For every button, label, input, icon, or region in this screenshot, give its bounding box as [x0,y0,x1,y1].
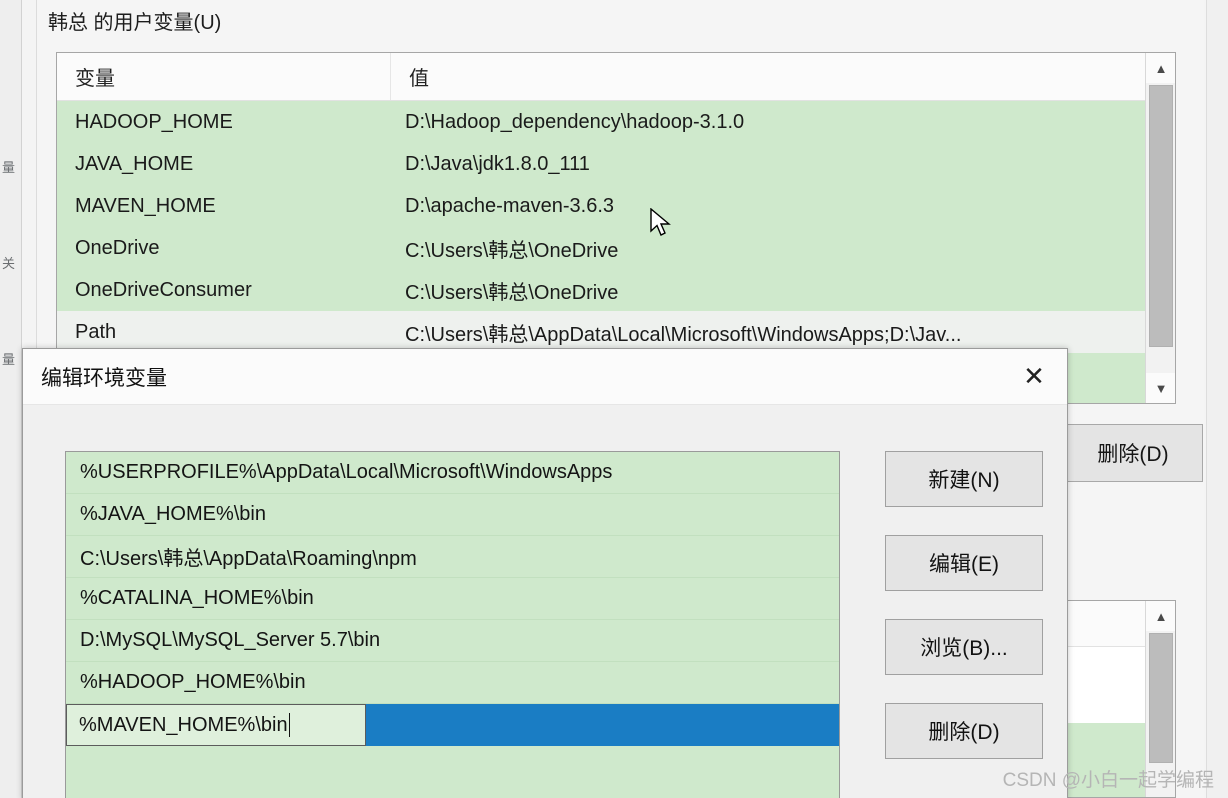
table-scrollbar[interactable]: ▲ ▼ [1145,53,1175,403]
table-row[interactable]: OneDriveConsumer C:\Users\韩总\OneDrive [57,269,1175,311]
table-row[interactable]: OneDrive C:\Users\韩总\OneDrive [57,227,1175,269]
dialog-button-column: 新建(N) 编辑(E) 浏览(B)... 删除(D) [885,451,1043,787]
variable-name: OneDrive [75,236,160,259]
left-edge-clipped-text: 量 关 量 [2,160,16,367]
list-item[interactable]: %JAVA_HOME%\bin [66,494,839,536]
browse-button[interactable]: 浏览(B)... [885,619,1043,675]
variable-value: C:\Users\韩总\OneDrive [405,281,619,304]
table-row[interactable]: JAVA_HOME D:\Java\jdk1.8.0_111 [57,143,1175,185]
table-row[interactable]: MAVEN_HOME D:\apache-maven-3.6.3 [57,185,1175,227]
variable-name: Path [75,320,117,343]
variable-value: D:\Java\jdk1.8.0_111 [405,152,590,175]
table-row-selected[interactable]: Path C:\Users\韩总\AppData\Local\Microsoft… [57,311,1175,353]
list-item[interactable]: D:\MySQL\MySQL_Server 5.7\bin [66,620,839,662]
dialog-body: %USERPROFILE%\AppData\Local\Microsoft\Wi… [23,405,1067,798]
list-item[interactable]: %CATALINA_HOME%\bin [66,578,839,620]
list-item-editing[interactable]: %MAVEN_HOME%\bin [66,704,839,746]
dialog-title: 编辑环境变量 [41,367,167,390]
window-left-edge: 量 关 量 [0,0,22,798]
window-right-edge [1206,0,1228,798]
variable-value: D:\Hadoop_dependency\hadoop-3.1.0 [405,110,745,133]
column-header-variable[interactable]: 变量 [57,53,391,100]
list-item[interactable]: %USERPROFILE%\AppData\Local\Microsoft\Wi… [66,452,839,494]
user-variables-label: 韩总 的用户变量(U) [48,12,222,34]
edit-environment-variable-dialog: 编辑环境变量 ✕ %USERPROFILE%\AppData\Local\Mic… [22,348,1068,798]
list-item[interactable]: C:\Users\韩总\AppData\Roaming\npm [66,536,839,578]
screen-root: 量 关 量 韩总 的用户变量(U) 变量 值 HADOOP_HOME D:\Ha… [0,0,1228,798]
path-edit-input[interactable]: %MAVEN_HOME%\bin [66,704,366,746]
list-item[interactable]: %HADOOP_HOME%\bin [66,662,839,704]
list-empty-row[interactable] [66,788,839,798]
path-edit-value: %MAVEN_HOME%\bin [79,713,288,736]
close-icon[interactable]: ✕ [1001,349,1067,404]
scroll-up-arrow-icon[interactable]: ▲ [1146,601,1175,631]
list-empty-row[interactable] [66,746,839,788]
dialog-title-bar: 编辑环境变量 ✕ [23,349,1067,405]
edit-button[interactable]: 编辑(E) [885,535,1043,591]
scrollbar-thumb[interactable] [1149,633,1173,763]
delete-button[interactable]: 删除(D) [885,703,1043,759]
watermark: CSDN @小白一起学编程 [1002,770,1214,791]
variable-name: HADOOP_HOME [75,110,233,133]
table-header-row: 变量 值 [57,53,1175,101]
variable-value: C:\Users\韩总\AppData\Local\Microsoft\Wind… [405,323,962,346]
path-entry-list[interactable]: %USERPROFILE%\AppData\Local\Microsoft\Wi… [65,451,840,798]
scrollbar-thumb[interactable] [1149,85,1173,347]
new-button[interactable]: 新建(N) [885,451,1043,507]
variable-value: C:\Users\韩总\OneDrive [405,239,619,262]
variable-name: MAVEN_HOME [75,194,216,217]
scroll-down-arrow-icon[interactable]: ▼ [1146,373,1175,403]
variable-name: OneDriveConsumer [75,278,252,301]
text-caret [288,713,290,737]
column-header-value[interactable]: 值 [391,53,1175,100]
background-delete-button[interactable]: 删除(D) [1063,424,1203,482]
scroll-up-arrow-icon[interactable]: ▲ [1146,53,1175,83]
variable-value: D:\apache-maven-3.6.3 [405,194,615,217]
table-row[interactable]: HADOOP_HOME D:\Hadoop_dependency\hadoop-… [57,101,1175,143]
background-button-column: 删除(D) [1063,424,1203,504]
variable-name: JAVA_HOME [75,152,194,175]
